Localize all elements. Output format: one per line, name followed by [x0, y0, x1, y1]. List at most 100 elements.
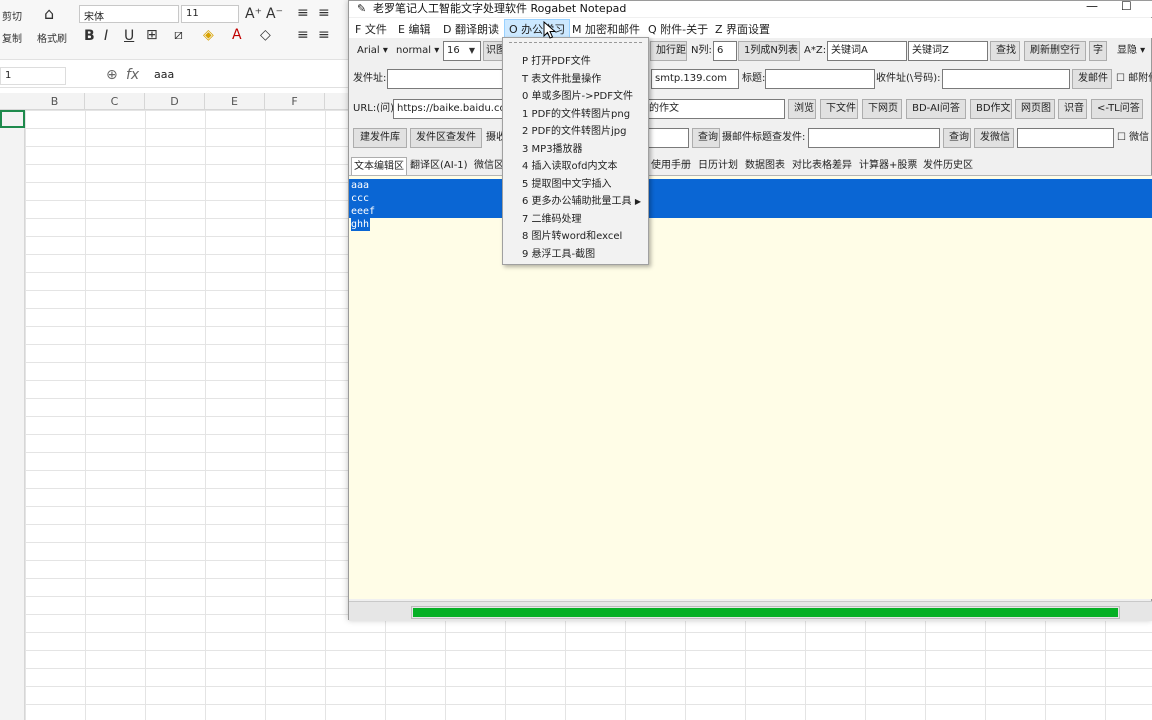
column-header[interactable]: F — [265, 93, 325, 110]
menu-attachment-about[interactable]: Q 附件-关于 — [644, 20, 712, 38]
tab-compare-table[interactable]: 对比表格差异 — [792, 157, 852, 175]
add-line-spacing-button[interactable]: 加行距 — [650, 41, 687, 61]
menu-read-ofd[interactable]: 4 插入读取ofd内文本 — [504, 158, 647, 176]
tab-wechat[interactable]: 微信区 — [474, 157, 504, 175]
menu-ui-settings[interactable]: Z 界面设置 — [711, 20, 774, 38]
wechat-input[interactable] — [1017, 128, 1114, 148]
send-from-area-button[interactable]: 发件区查发件 — [410, 128, 482, 148]
menu-encrypt-mail[interactable]: M 加密和邮件 — [568, 20, 644, 38]
tl-qa-button[interactable]: <-TL问答 — [1091, 99, 1143, 119]
bd-ai-qa-button[interactable]: BD-AI问答 — [906, 99, 966, 119]
menu-edit[interactable]: E 编辑 — [394, 20, 434, 38]
menu-batch-table[interactable]: T 表文件批量操作 — [504, 71, 647, 89]
cut-button[interactable]: 剪切 — [2, 8, 22, 23]
send-mail-button[interactable]: 发邮件 — [1072, 69, 1112, 89]
recognize-voice-button[interactable]: 识音 — [1058, 99, 1087, 119]
column-header[interactable]: E — [205, 93, 265, 110]
font-name-select[interactable]: 宋体 — [79, 5, 179, 23]
menu-more-office-tools[interactable]: 6 更多办公辅助批量工具 ▶ — [504, 193, 647, 211]
name-box[interactable]: 1 — [0, 67, 66, 85]
tab-send-history[interactable]: 发件历史区 — [923, 157, 973, 175]
increase-font-icon[interactable]: A⁺ — [245, 6, 262, 22]
menu-extract-image-text[interactable]: 5 提取图中文字插入 — [504, 176, 647, 194]
subject-search-input[interactable] — [808, 128, 940, 148]
one-to-n-columns-button[interactable]: 1列成N列表 — [738, 41, 800, 61]
font-color-icon[interactable]: A — [232, 27, 242, 43]
menu-mp3-player[interactable]: 3 MP3播放器 — [504, 141, 647, 159]
decrease-font-icon[interactable]: A⁻ — [266, 6, 283, 22]
copy-button[interactable]: 复制 — [2, 30, 22, 45]
menu-images-to-pdf[interactable]: 0 单或多图片->PDF文件 — [504, 88, 647, 106]
fill-color-icon[interactable]: ◈ — [203, 27, 214, 43]
menu-qr-code[interactable]: 7 二维码处理 — [504, 211, 647, 229]
build-mail-library-button[interactable]: 建发件库 — [353, 128, 407, 148]
selected-cell[interactable] — [0, 110, 25, 128]
keyword-a-input[interactable]: 关键词A — [827, 41, 907, 61]
web-image-button[interactable]: 网页图 — [1015, 99, 1055, 119]
minimize-icon[interactable]: — — [1086, 0, 1098, 13]
menu-open-pdf[interactable]: P 打开PDF文件 — [504, 53, 647, 71]
menu-pdf-to-jpg[interactable]: 2 PDF的文件转图片jpg — [504, 123, 647, 141]
menu-file[interactable]: F 文件 — [351, 20, 391, 38]
browse-button[interactable]: 浏览 — [788, 99, 816, 119]
download-page-button[interactable]: 下网页 — [862, 99, 902, 119]
char-button[interactable]: 字 — [1089, 41, 1107, 61]
chevron-down-icon[interactable]: ▼ — [465, 43, 479, 59]
menu-floating-screenshot[interactable]: 9 悬浮工具-截图 — [504, 246, 647, 264]
tab-translate[interactable]: 翻译区(AI-1) — [410, 157, 468, 175]
underline-icon[interactable]: U — [124, 28, 134, 44]
align-middle-icon[interactable]: ≡ — [318, 5, 330, 21]
tab-text-editor[interactable]: 文本编辑区 — [351, 157, 407, 176]
bd-essay-button[interactable]: BD作文 — [970, 99, 1012, 119]
function-icon[interactable]: fx — [126, 67, 139, 83]
menu-translate[interactable]: D 翻译朗读 — [439, 20, 503, 38]
keyword-z-input[interactable]: 关键词Z — [908, 41, 988, 61]
align-top-icon[interactable]: ≡ — [297, 5, 309, 21]
url-input[interactable]: https://baike.baidu.co — [393, 99, 505, 119]
n-columns-input[interactable]: 6 — [713, 41, 737, 61]
tab-calendar[interactable]: 日历计划 — [698, 157, 738, 175]
wechat-checkbox[interactable]: ☐ 微信 — [1117, 128, 1149, 148]
align-center-icon[interactable]: ≡ — [318, 27, 330, 43]
eraser-icon[interactable]: ◇ — [260, 27, 271, 43]
menu-office[interactable]: O 办公学习 — [504, 19, 571, 39]
italic-icon[interactable]: I — [104, 28, 108, 44]
download-file-button[interactable]: 下文件 — [820, 99, 858, 119]
maximize-icon[interactable]: ☐ — [1121, 0, 1132, 13]
menu-image-to-word-excel[interactable]: 8 图片转word和excel — [504, 228, 647, 246]
query-button-2[interactable]: 查询 — [943, 128, 971, 148]
show-hide-toggle[interactable]: 显隐 ▾ — [1117, 41, 1145, 61]
sender-address-input[interactable] — [387, 69, 505, 89]
send-wechat-button[interactable]: 发微信 — [974, 128, 1014, 148]
column-header[interactable]: C — [85, 93, 145, 110]
ocr-button[interactable]: 识图 — [483, 41, 506, 61]
menu-pdf-to-png[interactable]: 1 PDF的文件转图片png — [504, 106, 647, 124]
topic-input[interactable]: 的作文 — [645, 99, 785, 119]
zoom-icon[interactable]: ⊕ — [106, 67, 118, 83]
refresh-delete-blank-button[interactable]: 刷新删空行 — [1024, 41, 1086, 61]
attach-checkbox[interactable]: ☐ 邮附件 — [1116, 69, 1152, 89]
font-size-select[interactable]: 11 — [181, 5, 239, 23]
fill-pattern-icon[interactable]: ⧄ — [174, 27, 183, 43]
bold-icon[interactable]: B — [84, 28, 95, 44]
font-weight-select[interactable]: normal ▾ — [396, 41, 439, 61]
column-header[interactable]: B — [25, 93, 85, 110]
border-icon[interactable]: ⊞ — [146, 27, 158, 43]
find-button[interactable]: 查找 — [990, 41, 1020, 61]
tab-calculator-stock[interactable]: 计算器+股票 — [859, 157, 917, 175]
tab-manual[interactable]: 使用手册 — [651, 157, 691, 175]
formula-input[interactable]: aaa — [150, 66, 346, 84]
subject-input[interactable] — [765, 69, 875, 89]
query-button[interactable]: 查询 — [692, 128, 720, 148]
font-size-combo[interactable]: 16 ▼ — [443, 41, 481, 61]
column-header[interactable]: D — [145, 93, 205, 110]
tab-data-chart[interactable]: 数据图表 — [745, 157, 785, 175]
format-painter-icon[interactable]: ⌂ — [44, 4, 54, 23]
smtp-input[interactable]: smtp.139.com — [651, 69, 739, 89]
query-input[interactable] — [645, 128, 689, 148]
text-editor[interactable]: aaa ccc eeef ghh — [349, 175, 1152, 599]
format-painter-button[interactable]: 格式刷 — [37, 30, 67, 45]
font-family-select[interactable]: Arial ▾ — [357, 41, 388, 61]
align-left-icon[interactable]: ≡ — [297, 27, 309, 43]
recipient-input[interactable] — [942, 69, 1070, 89]
